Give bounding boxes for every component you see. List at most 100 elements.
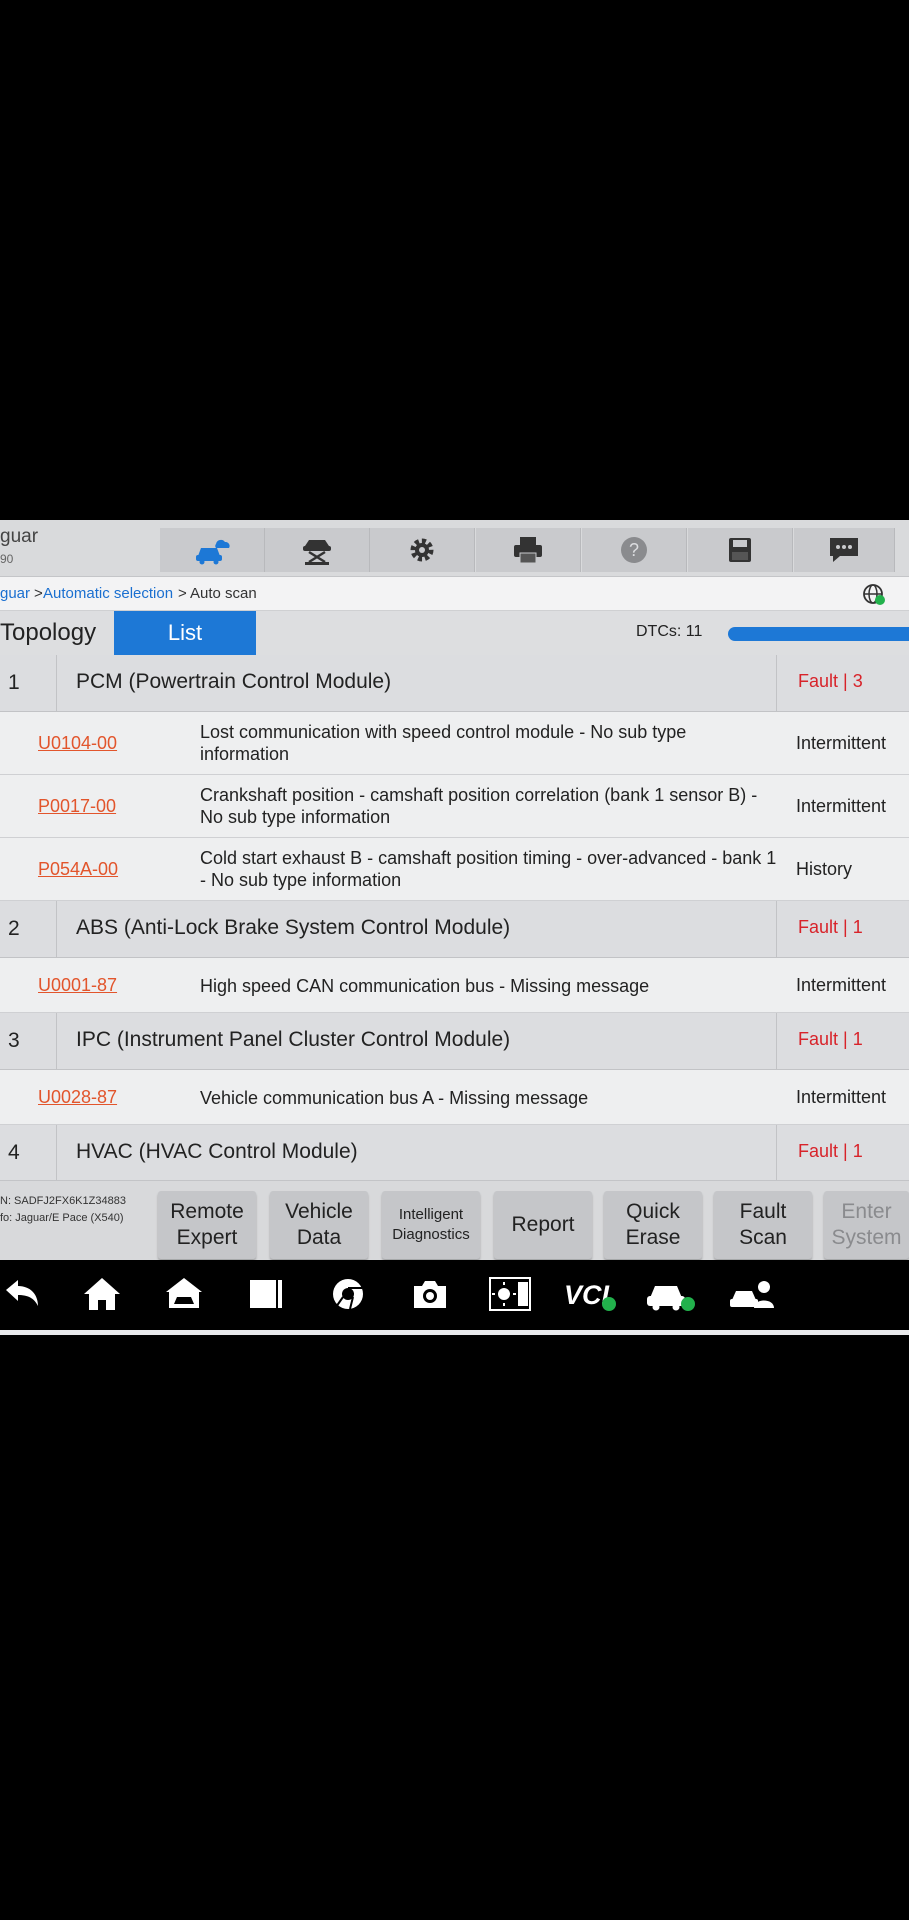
intelligent-diagnostics-button[interactable]: Intelligent Diagnostics (382, 1191, 480, 1259)
breadcrumb-automatic-selection[interactable]: Automatic selection (43, 585, 173, 602)
divider (776, 1125, 777, 1181)
module-fault-count: Fault | 1 (798, 917, 863, 937)
scan-progress-bar (728, 627, 909, 641)
back-button[interactable] (0, 1274, 44, 1314)
module-row[interactable]: 1 PCM (Powertrain Control Module) Fault … (0, 655, 909, 712)
dtc-count: DTCs: 11 (636, 623, 703, 640)
module-number: 3 (8, 1029, 20, 1052)
back-icon (6, 1280, 38, 1306)
module-name: IPC (Instrument Panel Cluster Control Mo… (76, 1028, 511, 1051)
module-number: 1 (8, 671, 20, 694)
module-fault-count: Fault | 1 (798, 1141, 863, 1161)
module-row[interactable]: 2 ABS (Anti-Lock Brake System Control Mo… (0, 901, 909, 958)
home-button[interactable] (80, 1274, 124, 1314)
save-icon (729, 538, 751, 562)
quick-erase-button[interactable]: Quick Erase (604, 1191, 702, 1259)
dtc-code-link[interactable]: P0017-00 (38, 796, 116, 817)
top-toolbar: guar 90 ? (0, 520, 909, 577)
tab-list[interactable]: List (114, 611, 256, 655)
dtc-status: Intermittent (796, 975, 887, 995)
module-number: 4 (8, 1141, 20, 1164)
dtc-row[interactable]: P0017-00 Crankshaft position - camshaft … (0, 775, 909, 838)
view-tabs: Topology List DTCs: 11 (0, 611, 909, 656)
user-car-icon (730, 1281, 774, 1308)
module-name: ABS (Anti-Lock Brake System Control Modu… (76, 916, 511, 939)
dtc-description: Vehicle communication bus A - Missing me… (200, 1088, 589, 1108)
divider (56, 1125, 57, 1181)
globe-status-icon (863, 584, 885, 605)
message-icon (830, 538, 858, 562)
dtc-status: Intermittent (796, 1087, 887, 1107)
app-screen: guar 90 ? guar > Automatic selection > A… (0, 520, 909, 1335)
print-button[interactable] (476, 528, 581, 572)
browser-button[interactable] (326, 1274, 370, 1314)
remote-expert-button[interactable]: Remote Expert (158, 1191, 256, 1259)
module-fault-count: Fault | 1 (798, 1029, 863, 1049)
user-car-button[interactable] (728, 1274, 776, 1314)
recent-apps-icon (250, 1280, 282, 1308)
lift-icon (303, 540, 331, 565)
dtc-code-link[interactable]: U0028-87 (38, 1087, 117, 1108)
camera-button[interactable] (408, 1274, 452, 1314)
gear-icon (410, 538, 434, 562)
report-button[interactable]: Report (494, 1191, 592, 1259)
vehicle-status-icon (647, 1286, 695, 1311)
dtc-row[interactable]: U0104-00 Lost communication with speed c… (0, 712, 909, 775)
vci-status[interactable]: VCI (562, 1274, 622, 1314)
vci-icon: VCI (564, 1280, 616, 1311)
vehicle-year: 90 (0, 552, 14, 566)
chrome-icon (333, 1279, 363, 1310)
dtc-description: Lost communication with speed control mo… (200, 722, 687, 764)
printer-icon (514, 537, 542, 564)
help-icon: ? (621, 537, 647, 563)
message-button[interactable] (794, 528, 895, 572)
vehicle-info-text: fo: Jaguar/E Pace (X540) (0, 1212, 124, 1224)
module-name: HVAC (HVAC Control Module) (76, 1140, 358, 1163)
car-home-button[interactable] (162, 1274, 206, 1314)
vehicle-make-title: guar (0, 526, 39, 547)
save-button[interactable] (688, 528, 793, 572)
enter-system-button[interactable]: Enter System (824, 1191, 909, 1259)
module-name: PCM (Powertrain Control Module) (76, 670, 392, 693)
help-button[interactable]: ? (582, 528, 687, 572)
brightness-button[interactable] (488, 1274, 532, 1314)
vehicle-data-button[interactable]: Vehicle Data (270, 1191, 368, 1259)
breadcrumb-current: Auto scan (190, 585, 257, 602)
module-row[interactable]: 3 IPC (Instrument Panel Cluster Control … (0, 1013, 909, 1070)
tab-topology[interactable]: Topology (0, 611, 112, 655)
recent-apps-button[interactable] (244, 1274, 288, 1314)
fault-scan-button[interactable]: Fault Scan (714, 1191, 812, 1259)
dtc-code-link[interactable]: U0001-87 (38, 975, 117, 996)
module-row[interactable]: 4 HVAC (HVAC Control Module) Fault | 1 (0, 1125, 909, 1182)
divider (56, 1013, 57, 1069)
dtc-description: Cold start exhaust B - camshaft position… (200, 848, 777, 890)
dtc-row[interactable]: U0001-87 High speed CAN communication bu… (0, 958, 909, 1013)
dtc-code-link[interactable]: P054A-00 (38, 859, 118, 880)
breadcrumb-separator: > (34, 585, 43, 602)
camera-icon (414, 1281, 446, 1308)
home-icon (84, 1278, 120, 1310)
dtc-status: History (796, 859, 853, 879)
brightness-icon (489, 1277, 531, 1311)
divider (56, 655, 57, 711)
breadcrumb-make[interactable]: guar (0, 585, 30, 602)
divider (56, 901, 57, 957)
divider (776, 901, 777, 957)
vehicle-status-button[interactable] (644, 1274, 696, 1314)
module-fault-count: Fault | 3 (798, 671, 863, 691)
system-nav-bar: VCI (0, 1260, 909, 1330)
car-home-icon (166, 1278, 202, 1308)
dtc-description: Crankshaft position - camshaft position … (200, 785, 758, 827)
divider (776, 655, 777, 711)
dtc-code-link[interactable]: U0104-00 (38, 733, 117, 754)
dtc-row[interactable]: P054A-00 Cold start exhaust B - camshaft… (0, 838, 909, 901)
dtc-status: Intermittent (796, 733, 887, 753)
dtc-status: Intermittent (796, 796, 887, 816)
car-cloud-button[interactable] (160, 528, 265, 572)
breadcrumb: guar > Automatic selection > Auto scan (0, 577, 909, 611)
divider (776, 1013, 777, 1069)
dtc-row[interactable]: U0028-87 Vehicle communication bus A - M… (0, 1070, 909, 1125)
module-number: 2 (8, 917, 20, 940)
settings-button[interactable] (370, 528, 475, 572)
lift-button[interactable] (265, 528, 370, 572)
